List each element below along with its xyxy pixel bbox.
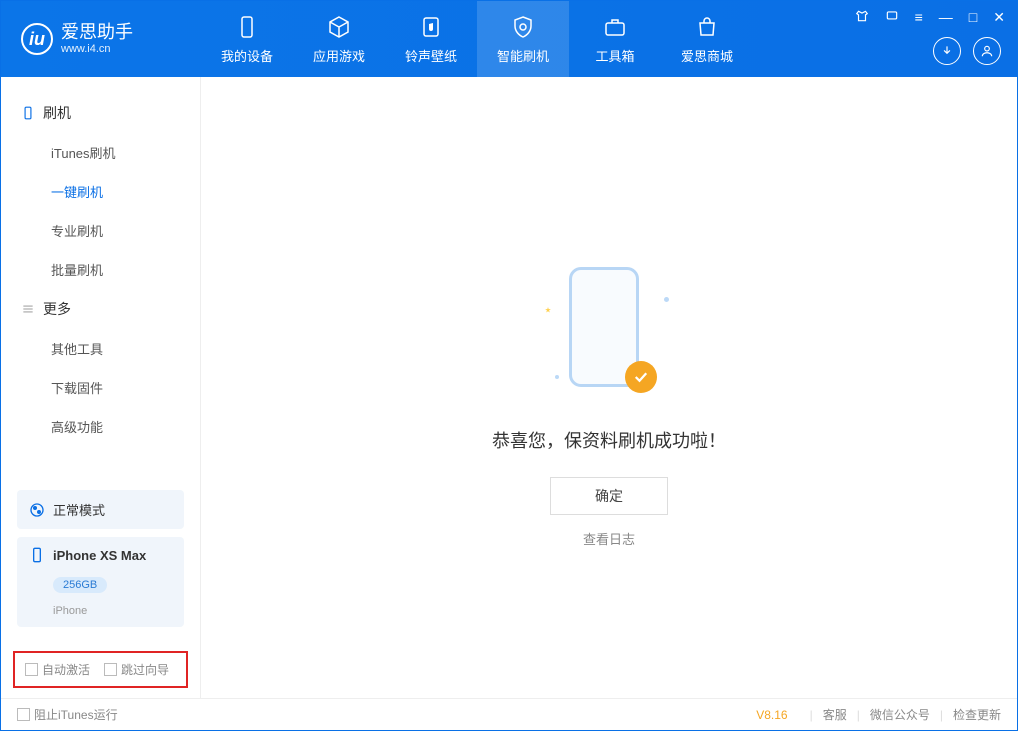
sparkle-icon (555, 375, 559, 379)
maximize-button[interactable]: □ (965, 7, 981, 28)
tab-smart-flash[interactable]: 智能刷机 (477, 1, 569, 77)
checkbox-highlight-row: 自动激活 跳过向导 (13, 651, 188, 688)
version-label: V8.16 (756, 708, 787, 722)
sidebar-item-advanced[interactable]: 高级功能 (1, 407, 200, 446)
checkbox-icon (17, 708, 30, 721)
cube-icon (326, 14, 352, 40)
main-content: 恭喜您，保资料刷机成功啦！ 确定 查看日志 (201, 77, 1017, 698)
device-type-label: iPhone (53, 605, 87, 617)
music-file-icon (418, 14, 444, 40)
app-title: 爱思助手 (61, 23, 133, 43)
close-button[interactable]: ✕ (989, 7, 1009, 28)
checkbox-icon (104, 663, 117, 676)
checkbox-icon (25, 663, 38, 676)
checkbox-label: 跳过向导 (121, 661, 169, 678)
checkbox-label: 自动激活 (42, 661, 90, 678)
device-icon (234, 14, 260, 40)
app-header: iu 爱思助手 www.i4.cn 我的设备 应用游戏 铃声壁纸 智能刷机 工具… (1, 1, 1017, 77)
tab-toolbox[interactable]: 工具箱 (569, 1, 661, 77)
sidebar-nav: 刷机 iTunes刷机 一键刷机 专业刷机 批量刷机 更多 其他工具 下载固件 … (1, 77, 200, 480)
tab-store[interactable]: 爱思商城 (661, 1, 753, 77)
sidebar-item-itunes-flash[interactable]: iTunes刷机 (1, 133, 200, 172)
logo-icon: iu (21, 23, 53, 55)
checkbox-label: 阻止iTunes运行 (34, 706, 118, 723)
tab-label: 应用游戏 (313, 46, 365, 65)
device-mode-label: 正常模式 (53, 500, 105, 519)
device-panel: 正常模式 iPhone XS Max 256GB iPhone (1, 480, 200, 645)
sidebar-section-more: 更多 (1, 289, 200, 329)
section-label: 更多 (43, 299, 71, 319)
tab-label: 爱思商城 (681, 46, 733, 65)
sidebar-item-batch-flash[interactable]: 批量刷机 (1, 250, 200, 289)
shield-refresh-icon (510, 14, 536, 40)
success-message: 恭喜您，保资料刷机成功啦！ (492, 427, 726, 453)
header-action-buttons (933, 37, 1001, 65)
app-subtitle: www.i4.cn (61, 43, 133, 55)
tab-label: 智能刷机 (497, 46, 549, 65)
success-illustration (569, 267, 649, 397)
minimize-button[interactable]: — (935, 7, 957, 28)
tab-apps-games[interactable]: 应用游戏 (293, 1, 385, 77)
sidebar-item-pro-flash[interactable]: 专业刷机 (1, 211, 200, 250)
tab-label: 铃声壁纸 (405, 46, 457, 65)
tab-label: 工具箱 (595, 46, 634, 65)
sidebar: 刷机 iTunes刷机 一键刷机 专业刷机 批量刷机 更多 其他工具 下载固件 … (1, 77, 201, 698)
phone-icon (29, 547, 45, 563)
briefcase-icon (602, 14, 628, 40)
window-controls: ≡ — □ ✕ (851, 7, 1009, 28)
tab-my-device[interactable]: 我的设备 (201, 1, 293, 77)
shopping-bag-icon (694, 14, 720, 40)
checkbox-auto-activate[interactable]: 自动激活 (25, 661, 90, 678)
tab-ringtones-wallpapers[interactable]: 铃声壁纸 (385, 1, 477, 77)
shirt-icon[interactable] (851, 7, 873, 28)
check-badge-icon (625, 361, 657, 393)
ok-button[interactable]: 确定 (550, 477, 668, 515)
list-icon (21, 302, 35, 316)
section-label: 刷机 (43, 103, 71, 123)
sidebar-item-other-tools[interactable]: 其他工具 (1, 329, 200, 368)
device-name-label: iPhone XS Max (53, 548, 146, 563)
logo: iu 爱思助手 www.i4.cn (1, 23, 201, 55)
sparkle-icon (664, 297, 669, 302)
support-link[interactable]: 客服 (823, 706, 847, 723)
sparkle-icon (545, 307, 551, 313)
device-capacity-badge: 256GB (53, 577, 107, 593)
tab-label: 我的设备 (221, 46, 273, 65)
sidebar-item-oneclick-flash[interactable]: 一键刷机 (1, 172, 200, 211)
checkbox-skip-guide[interactable]: 跳过向导 (104, 661, 169, 678)
app-body: 刷机 iTunes刷机 一键刷机 专业刷机 批量刷机 更多 其他工具 下载固件 … (1, 77, 1017, 698)
mode-icon (29, 502, 45, 518)
feedback-icon[interactable] (881, 7, 903, 28)
download-button[interactable] (933, 37, 961, 65)
phone-icon (21, 106, 35, 120)
menu-icon[interactable]: ≡ (911, 7, 927, 28)
footer-links: V8.16 | 客服 | 微信公众号 | 检查更新 (756, 706, 1001, 723)
checkbox-block-itunes[interactable]: 阻止iTunes运行 (17, 706, 118, 723)
user-button[interactable] (973, 37, 1001, 65)
device-info[interactable]: iPhone XS Max 256GB iPhone (17, 537, 184, 627)
status-bar: 阻止iTunes运行 V8.16 | 客服 | 微信公众号 | 检查更新 (1, 698, 1017, 730)
wechat-link[interactable]: 微信公众号 (870, 706, 930, 723)
sidebar-item-firmware[interactable]: 下载固件 (1, 368, 200, 407)
sidebar-section-flash: 刷机 (1, 93, 200, 133)
view-log-link[interactable]: 查看日志 (583, 529, 635, 548)
device-mode[interactable]: 正常模式 (17, 490, 184, 529)
main-tabs: 我的设备 应用游戏 铃声壁纸 智能刷机 工具箱 爱思商城 (201, 1, 753, 77)
check-update-link[interactable]: 检查更新 (953, 706, 1001, 723)
